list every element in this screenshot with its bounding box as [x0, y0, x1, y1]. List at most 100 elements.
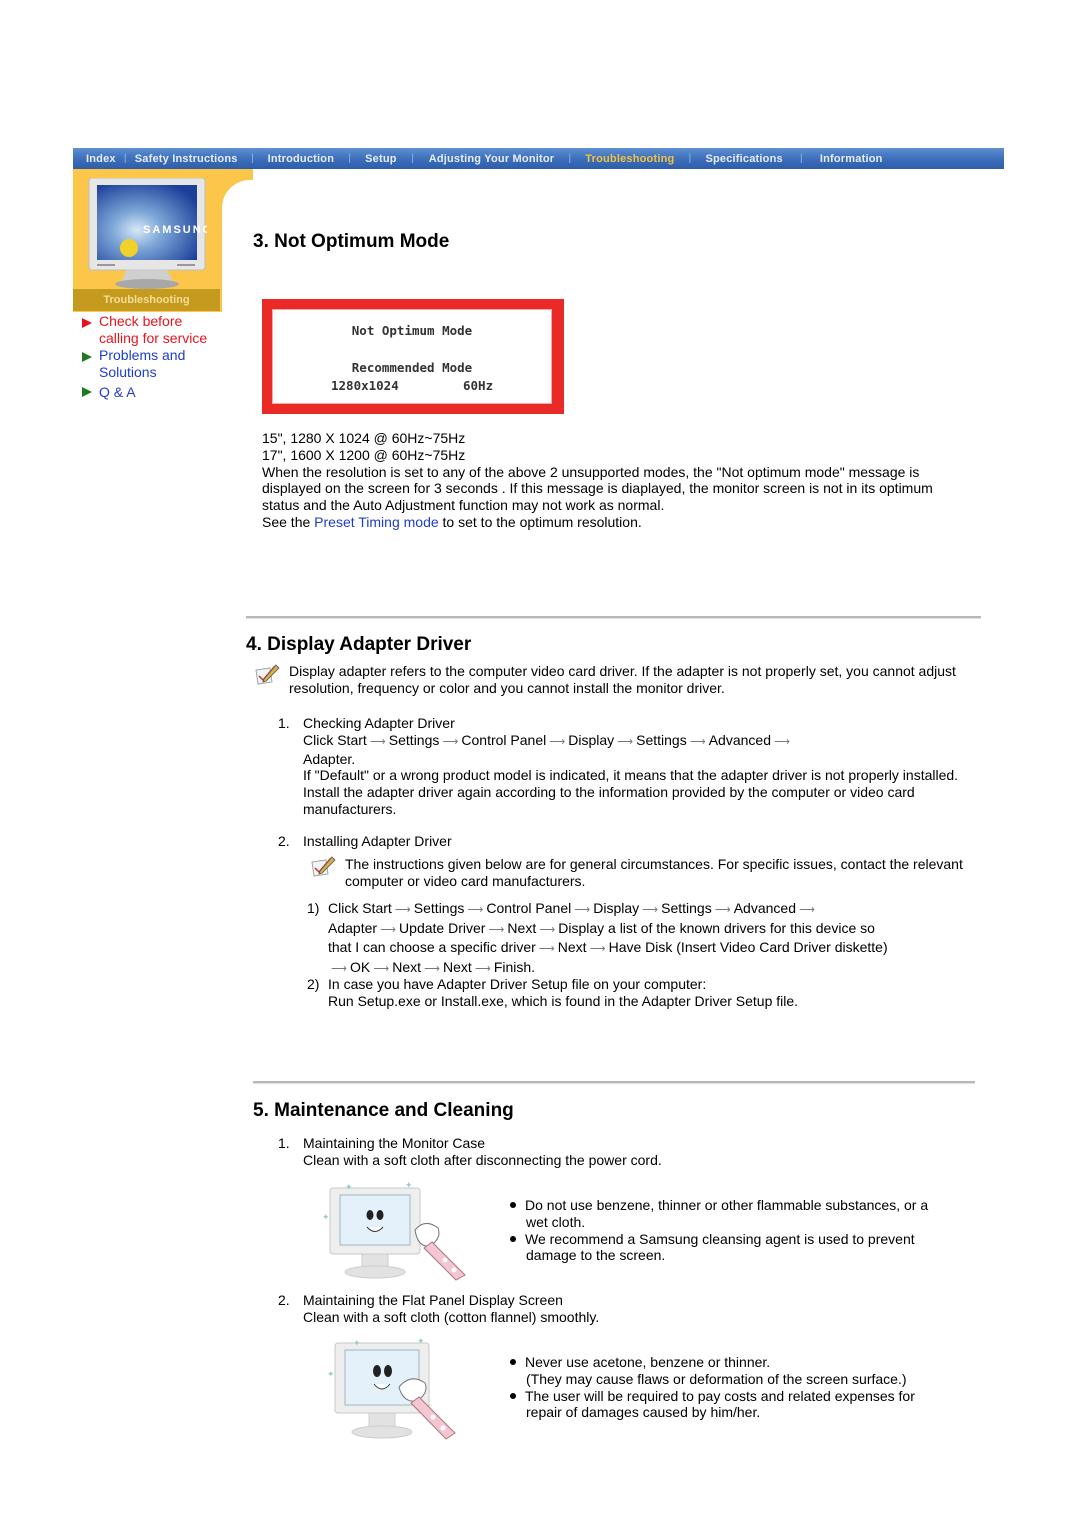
- item-number: 1.: [278, 715, 290, 731]
- section-divider: [246, 616, 981, 619]
- arrow-right-icon: ⟶: [689, 735, 706, 748]
- nav-troubleshooting[interactable]: Troubleshooting: [585, 153, 674, 165]
- item-number: 1.: [278, 1135, 290, 1151]
- nav-separator: |: [568, 153, 572, 164]
- svg-text:✦: ✦: [417, 1337, 425, 1346]
- monitor-image: SAMSUNG: [87, 177, 211, 289]
- step-number: 2): [307, 976, 320, 992]
- screen-cleaning-illustration: ✦ ✦ ✦: [325, 1336, 465, 1448]
- brand-text: SAMSUNG: [143, 224, 207, 236]
- osd-line-2: Recommended Mode: [351, 360, 473, 375]
- bullet-item: The user will be required to pay costs a…: [510, 1388, 970, 1405]
- bullet-item: We recommend a Samsung cleansing agent i…: [510, 1231, 970, 1248]
- top-navigation-bar: Index | Safety Instructions | Introducti…: [73, 148, 1004, 169]
- item-title: Maintaining the Monitor Case: [303, 1135, 486, 1151]
- arrow-right-icon: ⟶: [549, 735, 566, 748]
- nav-setup[interactable]: Setup: [365, 153, 397, 165]
- svg-text:✦: ✦: [405, 1180, 413, 1190]
- adapter-note: Display adapter refers to the computer v…: [289, 663, 956, 696]
- nav-separator: |: [688, 153, 692, 164]
- bullet-item: Do not use benzene, thinner or other fla…: [510, 1197, 970, 1214]
- preset-timing-mode-link[interactable]: Preset Timing mode: [314, 514, 439, 530]
- item-number: 2.: [278, 833, 290, 849]
- section-title-display-adapter-driver: 4. Display Adapter Driver: [246, 634, 472, 655]
- checking-adapter-driver-item: Checking Adapter Driver Click Start ⟶ Sett…: [303, 715, 963, 818]
- osd-message-illustration: Not Optimum Mode Recommended Mode 1280x1…: [262, 299, 564, 414]
- monitor-cleaning-illustration: ✦ ✦ ✦: [320, 1180, 480, 1288]
- sidebar-link-q-and-a[interactable]: Q & A: [82, 384, 136, 401]
- arrow-right-icon: ⟶: [380, 923, 396, 936]
- sidebar-link-label[interactable]: Check before calling for service: [99, 313, 207, 347]
- section-title-maintenance-and-cleaning: 5. Maintenance and Cleaning: [253, 1100, 514, 1121]
- svg-text:✦: ✦: [345, 1182, 353, 1192]
- arrow-right-icon: ⟶: [538, 943, 555, 956]
- bullet-icon: [510, 1202, 516, 1209]
- section-title-not-optimum-mode: 3. Not Optimum Mode: [253, 231, 450, 252]
- install-step-2: In case you have Adapter Driver Setup fi…: [328, 976, 799, 1009]
- flat-panel-bullets: Never use acetone, benzene or thinner. (…: [510, 1354, 970, 1421]
- nav-separator: |: [800, 153, 803, 164]
- sidebar-section-banner: Troubleshooting: [73, 289, 220, 311]
- arrow-right-icon: ⟶: [574, 904, 591, 916]
- nav-separator: |: [411, 153, 414, 164]
- arrow-right-icon: ⟶: [539, 923, 556, 936]
- note-pencil-icon: [254, 664, 280, 689]
- bullet-icon: [510, 1235, 516, 1242]
- item-number: 2.: [278, 1292, 290, 1308]
- flat-panel-item: Maintaining the Flat Panel Display Scree…: [303, 1292, 963, 1326]
- arrow-right-icon: ⟶: [799, 904, 815, 916]
- nav-index[interactable]: Index: [86, 153, 116, 165]
- nav-introduction[interactable]: Introduction: [268, 153, 335, 165]
- install-step-1: Click Start ⟶ Settings ⟶ Control Panel ⟶ Displ…: [328, 900, 978, 978]
- svg-text:✦: ✦: [353, 1338, 361, 1348]
- item-description: Clean with a soft cloth after disconnect…: [303, 1151, 662, 1168]
- green-triangle-bullet-icon: [82, 352, 92, 362]
- see-preset-timing-line: See the Preset Timing mode to set to the…: [262, 513, 642, 530]
- sidebar-link-problems-and-solutions[interactable]: Problems and Solutions: [82, 347, 185, 381]
- note-pencil-icon: [310, 856, 336, 881]
- nav-separator: |: [123, 153, 127, 164]
- item-title: Installing Adapter Driver: [303, 833, 452, 849]
- unsupported-mode-15: 15", 1280 X 1024 @ 60Hz~75Hz: [262, 430, 466, 446]
- arrow-right-icon: ⟶: [442, 735, 459, 748]
- section-divider: [253, 1081, 975, 1084]
- arrow-right-icon: ⟶: [617, 735, 634, 748]
- navigation-path: Click Start ⟶ Settings ⟶ Control Panel ⟶ Displ…: [303, 732, 963, 751]
- osd-line-1: Not Optimum Mode: [351, 323, 473, 338]
- green-triangle-bullet-icon: [82, 387, 92, 397]
- unsupported-mode-17: 17", 1600 X 1200 @ 60Hz~75Hz: [262, 446, 466, 463]
- monitor-case-item: Maintaining the Monitor Case Clean with …: [303, 1135, 963, 1169]
- arrow-right-icon: ⟶: [394, 904, 411, 916]
- arrow-right-icon: ⟶: [642, 904, 659, 916]
- nav-safety-instructions[interactable]: Safety Instructions: [135, 153, 238, 165]
- arrow-right-icon: ⟶: [714, 904, 731, 916]
- osd-frequency: 60Hz: [463, 378, 494, 393]
- nav-separator: |: [348, 153, 351, 164]
- sidebar-link-label[interactable]: Problems and Solutions: [99, 347, 185, 381]
- arrow-right-icon: ⟶: [488, 923, 505, 936]
- nav-specifications[interactable]: Specifications: [705, 153, 782, 165]
- item-title: Checking Adapter Driver: [303, 715, 455, 731]
- arrow-right-icon: ⟶: [369, 735, 386, 748]
- monitor-case-bullets: Do not use benzene, thinner or other fla…: [510, 1197, 970, 1264]
- item-title: Maintaining the Flat Panel Display Scree…: [303, 1292, 563, 1308]
- bullet-item: Never use acetone, benzene or thinner.: [510, 1354, 970, 1371]
- item-description: If "Default" or a wrong product model is…: [303, 767, 959, 817]
- item-description: Clean with a soft cloth (cotton flannel)…: [303, 1308, 600, 1325]
- svg-text:✦: ✦: [322, 1212, 330, 1222]
- sidebar-link-label[interactable]: Q & A: [99, 384, 136, 401]
- nav-information[interactable]: Information: [820, 153, 883, 165]
- nav-separator: |: [251, 153, 254, 164]
- osd-message-box: Not Optimum Mode Recommended Mode 1280x1…: [272, 309, 552, 404]
- red-triangle-bullet-icon: [82, 318, 92, 328]
- arrow-right-icon: ⟶: [589, 943, 606, 956]
- install-note: The instructions given below are for gen…: [345, 856, 963, 889]
- nav-adjusting-your-monitor[interactable]: Adjusting Your Monitor: [429, 153, 555, 165]
- bullet-icon: [510, 1392, 516, 1399]
- arrow-right-icon: ⟶: [774, 735, 790, 748]
- arrow-right-icon: ⟶: [467, 904, 484, 916]
- section3-paragraph: When the resolution is set to any of the…: [262, 463, 933, 514]
- sidebar-link-check-before-service[interactable]: Check before calling for service: [82, 313, 207, 347]
- section3-body: 15", 1280 X 1024 @ 60Hz~75Hz 17", 1600 X…: [262, 430, 962, 531]
- step-number: 1): [307, 900, 320, 916]
